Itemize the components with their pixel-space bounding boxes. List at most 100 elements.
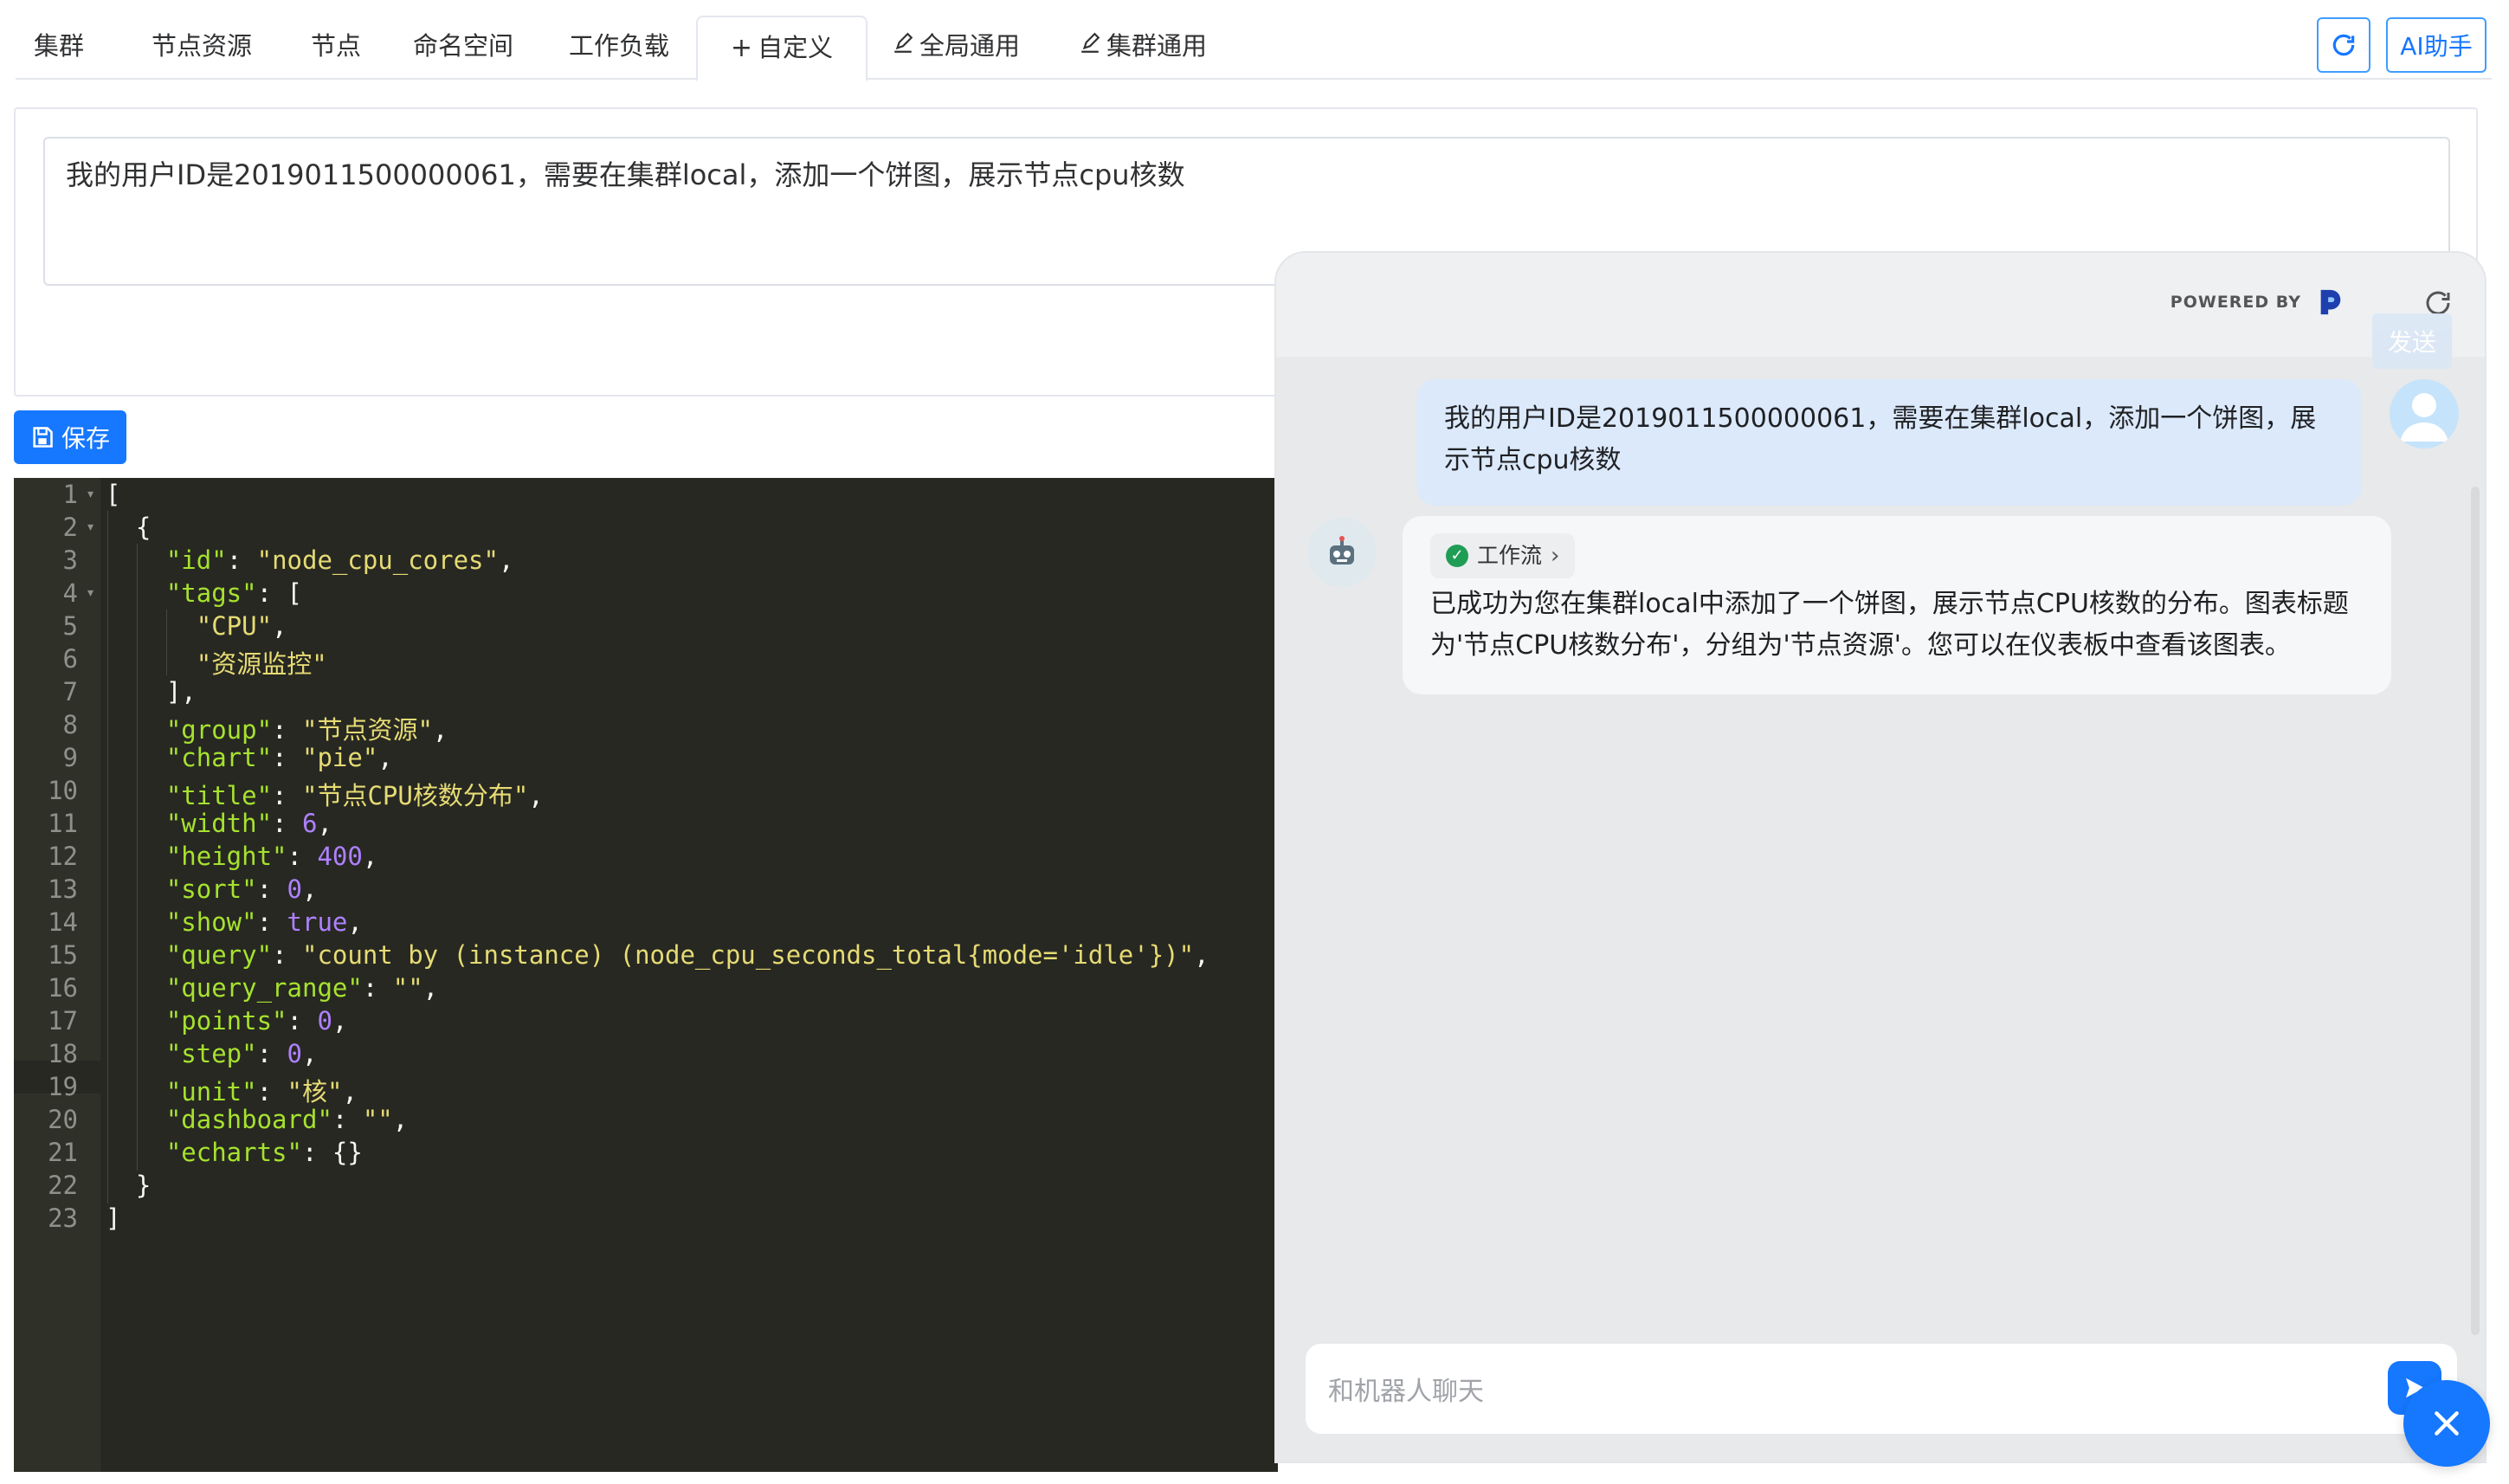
- tab-label: 集群: [33, 31, 84, 61]
- line-number: 13: [48, 874, 78, 904]
- chat-panel: POWERED BY 发送 我的用户ID是2019011500000061，需要…: [1274, 251, 2486, 1463]
- code-line: "sort": 0,: [165, 874, 318, 904]
- code-line: }: [106, 1171, 152, 1200]
- tab-label: 全局通用: [919, 31, 1020, 61]
- line-number: 22: [48, 1171, 78, 1200]
- code-line: "query_range": "",: [165, 973, 439, 1003]
- line-number: 5: [62, 611, 78, 641]
- chat-scrollbar[interactable]: [2471, 487, 2480, 1335]
- user-message-bubble: 我的用户ID是2019011500000061，需要在集群local，添加一个饼…: [1416, 379, 2362, 506]
- send-label: 发送: [2387, 328, 2436, 357]
- user-avatar: [2390, 379, 2459, 448]
- line-number: 4: [62, 578, 78, 608]
- close-icon: [2435, 1411, 2459, 1436]
- code-string: "核": [287, 1077, 343, 1107]
- code-key: "unit": [165, 1077, 257, 1107]
- line-number: 14: [48, 907, 78, 937]
- tab-cluster-common[interactable]: 集群通用: [1065, 16, 1221, 80]
- check-circle-icon: ✓: [1446, 545, 1468, 567]
- code-key: "group": [165, 715, 273, 745]
- tab-label: 节点资源: [151, 31, 252, 61]
- tab-cluster[interactable]: 集群: [24, 16, 94, 80]
- line-number: 1: [62, 480, 78, 509]
- code-boolean: true: [287, 907, 348, 937]
- code-key: "sort": [165, 874, 257, 904]
- tab-namespaces[interactable]: 命名空间: [407, 16, 519, 80]
- refresh-icon: [2332, 34, 2355, 56]
- code-line: "show": true,: [165, 907, 363, 937]
- chat-header: POWERED BY: [1276, 253, 2485, 357]
- fold-arrow-icon[interactable]: ▾: [86, 518, 95, 536]
- close-chat-button[interactable]: [2403, 1380, 2490, 1467]
- send-button-ghost[interactable]: 发送: [2372, 313, 2452, 369]
- line-number: 10: [48, 776, 78, 805]
- code-string: "资源监控": [196, 649, 327, 679]
- save-button[interactable]: 保存: [14, 410, 126, 464]
- ai-assistant-button[interactable]: AI助手: [2386, 17, 2486, 73]
- code-key: "query": [165, 940, 273, 970]
- code-editor[interactable]: 1 2 3 4 5 6 7 8 9 10 11 12 13 14 15 16 1…: [14, 478, 1278, 1472]
- workflow-chip[interactable]: ✓ 工作流 ›: [1430, 533, 1576, 578]
- bot-avatar: [1307, 518, 1377, 587]
- tab-bar: 集群 节点资源 节点 命名空间 工作负载 + 自定义 全局通用 集群通用: [16, 0, 2492, 81]
- line-number: 6: [62, 644, 78, 674]
- code-line: [: [106, 480, 121, 509]
- chevron-right-icon: ›: [1551, 543, 1560, 569]
- editor-gutter: 1 2 3 4 5 6 7 8 9 10 11 12 13 14 15 16 1…: [14, 478, 100, 1472]
- code-line: "group": "节点资源",: [165, 715, 448, 745]
- chat-input[interactable]: 和机器人聊天: [1306, 1344, 2457, 1434]
- line-number: 23: [48, 1203, 78, 1233]
- code-line: "dashboard": "",: [165, 1105, 409, 1134]
- tab-nodes[interactable]: 节点: [301, 16, 371, 80]
- tab-custom[interactable]: + 自定义: [696, 16, 868, 81]
- ai-assistant-label: AI助手: [2400, 32, 2473, 61]
- line-number: 3: [62, 545, 78, 575]
- line-number: 8: [62, 710, 78, 739]
- code-line: "tags": [: [165, 578, 302, 608]
- tab-label: 节点: [310, 31, 361, 61]
- code-line: "资源监控": [106, 644, 327, 681]
- code-line: "height": 400,: [165, 842, 378, 871]
- edit-icon: [1079, 16, 1101, 77]
- code-key: "step": [165, 1039, 257, 1068]
- refresh-button[interactable]: [2317, 17, 2370, 73]
- tab-label: 工作负载: [568, 31, 669, 61]
- code-string: "pie": [301, 743, 378, 772]
- line-number: 2: [62, 513, 78, 542]
- code-string: "节点CPU核数分布": [301, 781, 529, 810]
- code-string: "CPU": [196, 611, 273, 641]
- code-line: "width": 6,: [165, 809, 332, 838]
- code-number: 0: [287, 874, 302, 904]
- code-number: 400: [317, 842, 363, 871]
- code-string: "节点资源": [301, 715, 433, 745]
- code-object: {}: [332, 1138, 363, 1167]
- tab-global-common[interactable]: 全局通用: [878, 16, 1034, 80]
- code-line: ]: [106, 1203, 121, 1233]
- plus-icon: +: [730, 33, 753, 63]
- code-string: "": [392, 973, 423, 1003]
- edit-icon: [892, 16, 914, 77]
- tab-node-resources[interactable]: 节点资源: [145, 16, 258, 80]
- code-number: 0: [317, 1006, 332, 1036]
- fold-arrow-icon[interactable]: ▾: [86, 584, 95, 602]
- code-key: "chart": [165, 743, 273, 772]
- fold-arrow-icon[interactable]: ▾: [86, 485, 95, 503]
- code-line: "points": 0,: [165, 1006, 348, 1036]
- line-number: 12: [48, 842, 78, 871]
- code-line: "CPU",: [196, 611, 287, 641]
- line-number: 21: [48, 1138, 78, 1167]
- tab-workloads[interactable]: 工作负载: [563, 16, 675, 80]
- chat-input-placeholder: 和机器人聊天: [1328, 1377, 1484, 1407]
- user-message-text: 我的用户ID是2019011500000061，需要在集群local，添加一个饼…: [1444, 403, 2317, 475]
- line-number: 11: [48, 809, 78, 838]
- line-number: 20: [48, 1105, 78, 1134]
- code-number: 0: [287, 1039, 302, 1068]
- code-line: "unit": "核",: [165, 1077, 358, 1107]
- code-line: "echarts": {}: [165, 1138, 363, 1167]
- line-number: 15: [48, 940, 78, 970]
- code-key: "query_range": [165, 973, 363, 1003]
- tab-label: 集群通用: [1106, 31, 1207, 61]
- code-key: "id": [165, 545, 227, 575]
- bot-message-text: 已成功为您在集群local中添加了一个饼图，展示节点CPU核数的分布。图表标题为…: [1430, 589, 2349, 661]
- line-number: 16: [48, 973, 78, 1003]
